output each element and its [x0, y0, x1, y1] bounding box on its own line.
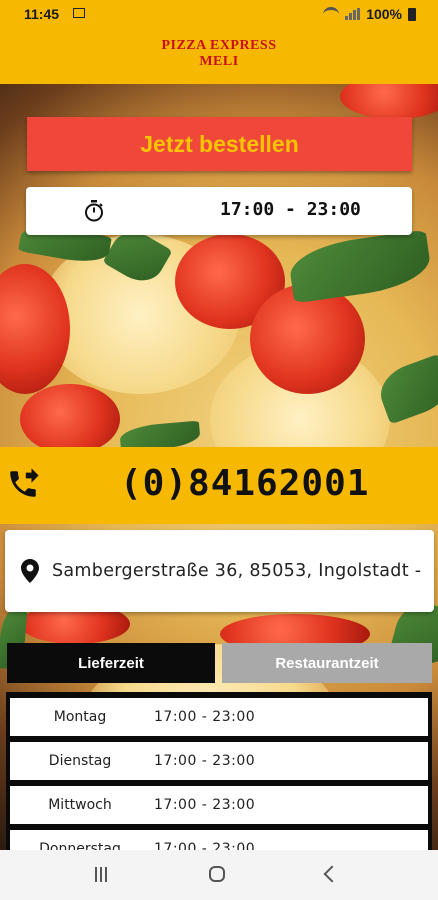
image-notification-icon: [73, 8, 85, 18]
schedule-row: Montag 17:00 - 23:00: [10, 698, 428, 736]
schedule-row: Donnerstag 17:00 - 23:00: [10, 830, 428, 850]
app-header: PIZZA EXPRESS MELI: [0, 27, 438, 84]
back-icon[interactable]: [323, 865, 341, 883]
address-text: Sambergerstraße 36, 85053, Ingolstadt -: [52, 561, 422, 581]
status-icons: 100%: [323, 6, 416, 22]
restaurant-name: PIZZA EXPRESS: [161, 38, 277, 53]
tab-delivery-time[interactable]: Lieferzeit: [7, 643, 215, 683]
status-time: 11:45: [24, 6, 60, 22]
schedule-row: Mittwoch 17:00 - 23:00: [10, 786, 428, 824]
wifi-icon: [323, 6, 340, 22]
location-pin-icon: [21, 559, 39, 583]
phone-forward-icon[interactable]: [6, 467, 40, 501]
recent-apps-icon[interactable]: [95, 867, 111, 882]
schedule-row: Dienstag 17:00 - 23:00: [10, 742, 428, 780]
schedule-day: Mittwoch: [48, 797, 112, 813]
opening-hours-text: 17:00 - 23:00: [220, 199, 361, 220]
signal-icon: [345, 8, 361, 20]
battery-icon: [408, 7, 416, 21]
schedule-hours: 17:00 - 23:00: [154, 841, 256, 850]
schedule-hours: 17:00 - 23:00: [154, 753, 256, 769]
status-bar: 11:45 100%: [0, 0, 438, 27]
battery-percent: 100%: [366, 6, 402, 22]
address-card[interactable]: Sambergerstraße 36, 85053, Ingolstadt -: [5, 530, 434, 612]
phone-number[interactable]: (0)84162001: [120, 463, 369, 504]
phone-section[interactable]: (0)84162001: [0, 447, 438, 524]
home-icon[interactable]: [209, 866, 225, 882]
schedule-day: Donnerstag: [39, 841, 121, 850]
schedule-day: Dienstag: [48, 753, 112, 769]
order-now-button[interactable]: Jetzt bestellen: [27, 117, 412, 171]
schedule-list: Montag 17:00 - 23:00 Dienstag 17:00 - 23…: [6, 692, 432, 850]
tab-restaurant-time[interactable]: Restaurantzeit: [222, 643, 432, 683]
system-nav-bar: [0, 850, 438, 900]
schedule-day: Montag: [53, 709, 107, 725]
schedule-hours: 17:00 - 23:00: [154, 797, 256, 813]
opening-hours-card: 17:00 - 23:00: [26, 187, 412, 235]
restaurant-name-sub: MELI: [199, 54, 239, 69]
schedule-hours: 17:00 - 23:00: [154, 709, 256, 725]
stopwatch-icon: [85, 200, 103, 222]
